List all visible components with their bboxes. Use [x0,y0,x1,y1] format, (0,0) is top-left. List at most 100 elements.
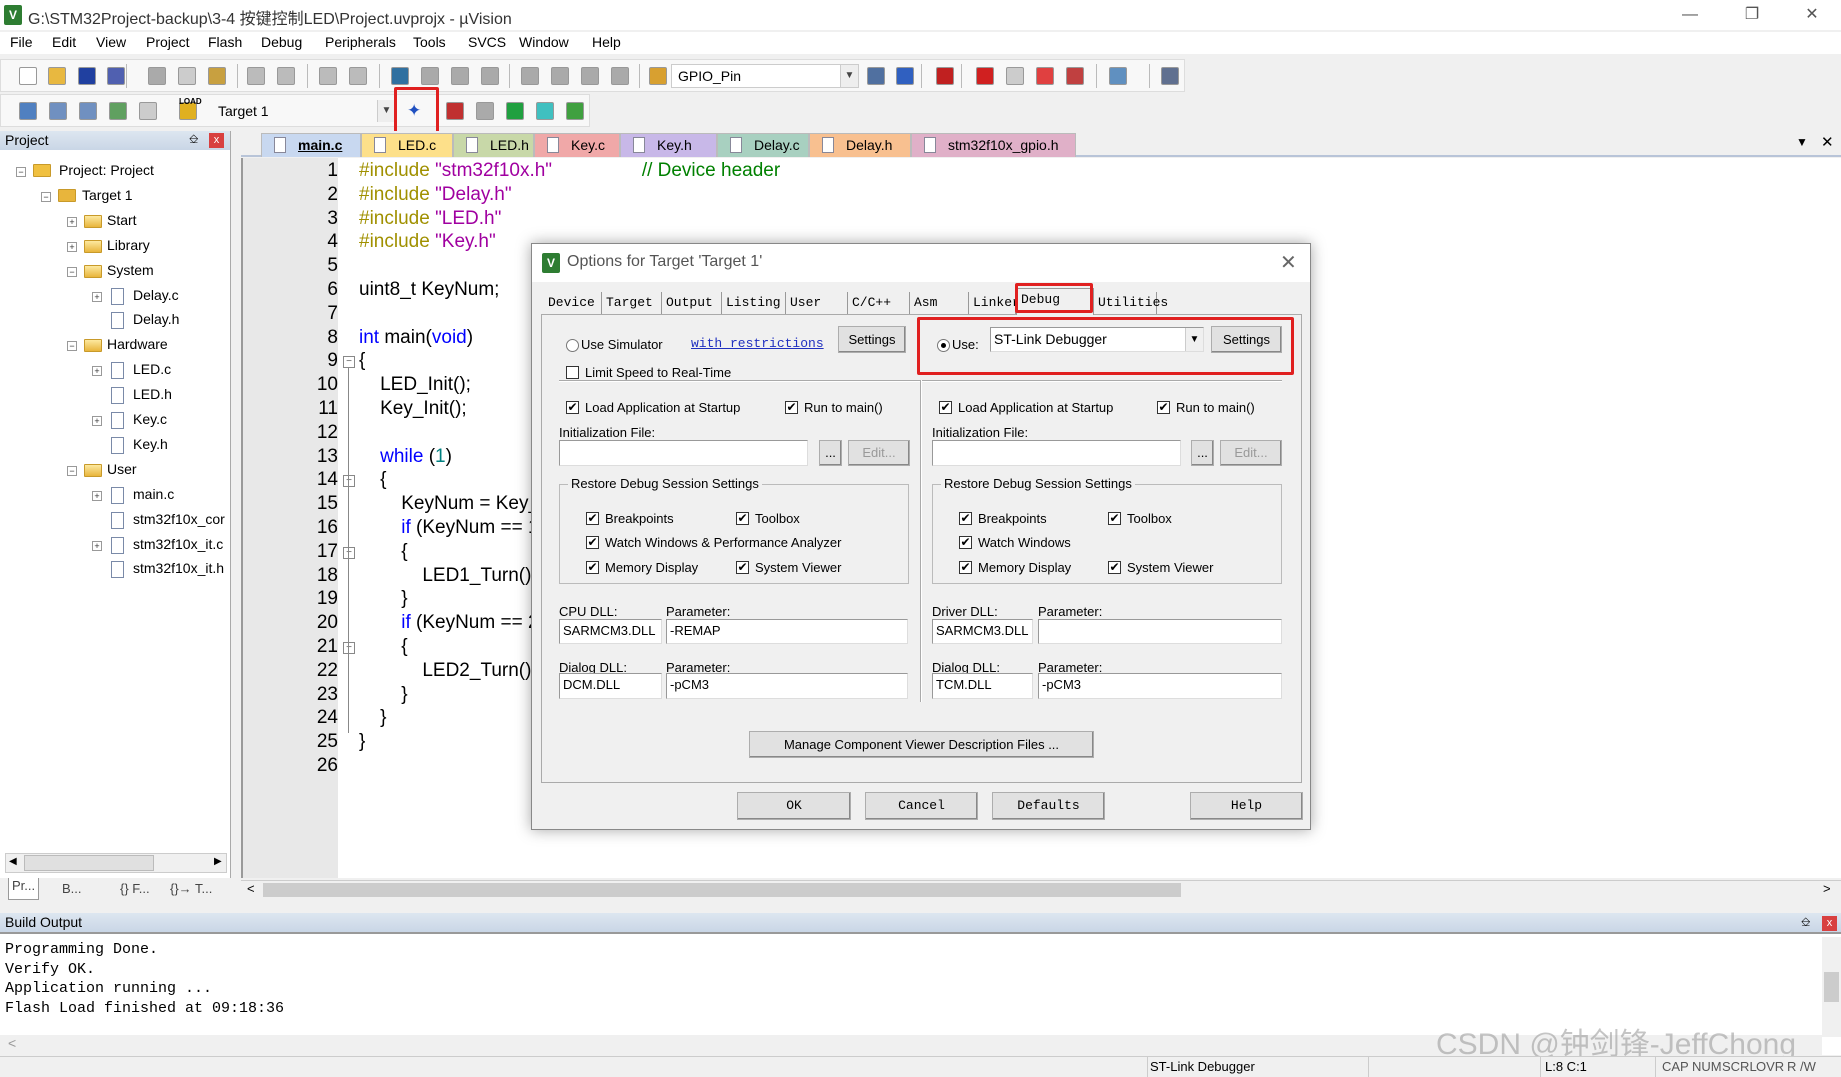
next-bookmark-icon[interactable] [451,67,469,85]
navigate-forward-icon[interactable] [349,67,367,85]
tab-user[interactable]: User [786,292,848,314]
find-icon[interactable] [867,67,885,85]
close-button[interactable]: ✕ [1790,2,1834,28]
find-combo[interactable]: GPIO_Pin ▼ [671,64,859,88]
cancel-button[interactable]: Cancel [865,792,978,820]
right-toolbox-checkbox[interactable]: ✔ [1108,512,1121,525]
scrollbar-thumb[interactable] [1824,972,1839,1002]
close-panel-icon[interactable]: x [1822,916,1837,931]
tree-item[interactable]: − Hardware [0,335,231,357]
tree-item[interactable]: stm32f10x_cor [0,510,231,532]
right-breakpoints-checkbox[interactable]: ✔ [959,512,972,525]
indent-icon[interactable] [521,67,539,85]
chevron-down-icon[interactable]: ▼ [377,100,395,122]
tab-target[interactable]: Target [602,292,662,314]
redo-icon[interactable] [277,67,295,85]
tab-device[interactable]: Device [544,292,602,314]
tree-item[interactable]: − Project: Project [0,161,231,183]
save-icon[interactable] [78,67,96,85]
tree-item[interactable]: + LED.c [0,360,231,382]
ok-button[interactable]: OK [737,792,851,820]
expand-icon[interactable]: + [67,241,77,252]
tab-cc[interactable]: C/C++ [848,292,910,314]
file-tab-stm32f10x_gpio-h[interactable]: stm32f10x_gpio.h [911,133,1076,157]
rebuild-icon[interactable] [79,102,97,120]
tree-item[interactable]: − User [0,460,231,482]
batch-build-icon[interactable] [109,102,127,120]
tab-list-icon[interactable]: ▼ [1796,135,1808,149]
breakpoint-icon[interactable] [976,67,994,85]
menu-debug[interactable]: Debug [261,34,302,50]
disable-all-breakpoints-icon[interactable] [1036,67,1054,85]
panel-tab-3[interactable]: {}→ T... [170,881,212,896]
tree-item[interactable]: + Start [0,211,231,233]
tree-item[interactable]: + Key.c [0,410,231,432]
left-init-file-input[interactable] [559,440,808,466]
right-edit-button[interactable]: Edit... [1220,440,1282,466]
right-watch-windows-checkbox[interactable]: ✔ [959,536,972,549]
tree-item[interactable]: + Delay.c [0,286,231,308]
menu-peripherals[interactable]: Peripherals [325,34,396,50]
manage-run-time-icon[interactable] [506,102,524,120]
expand-icon[interactable]: + [92,416,102,426]
incremental-find-icon[interactable] [896,67,914,85]
tree-item[interactable]: Key.h [0,435,231,457]
configure-icon[interactable] [1161,67,1179,85]
prev-bookmark-icon[interactable] [421,67,439,85]
right-dialog-param-input[interactable]: -pCM3 [1038,673,1282,699]
collapse-icon[interactable]: − [16,167,26,177]
tree-item[interactable]: stm32f10x_it.h [0,559,231,581]
tree-item[interactable]: + main.c [0,485,231,507]
minimize-button[interactable]: — [1668,2,1712,28]
left-system-viewer-checkbox[interactable]: ✔ [736,561,749,574]
collapse-icon[interactable]: − [67,266,77,277]
fold-toggle-icon[interactable]: − [343,475,355,488]
scroll-right-icon[interactable]: > [1823,881,1831,896]
left-dialog-dll-input[interactable]: DCM.DLL [559,673,662,699]
left-param-input[interactable]: -REMAP [666,619,908,644]
target-combo[interactable]: Target 1 ▼ [211,99,396,123]
collapse-icon[interactable]: − [67,341,77,352]
window-layout-icon[interactable] [1109,67,1127,85]
build-icon[interactable] [49,102,67,120]
right-param-input[interactable] [1038,619,1282,644]
expand-icon[interactable]: + [92,490,102,501]
manage-component-viewer-button[interactable]: Manage Component Viewer Description File… [749,731,1094,758]
menu-edit[interactable]: Edit [52,34,76,50]
file-tab-main-c[interactable]: main.c [261,133,361,157]
tree-horizontal-scrollbar[interactable]: ◀ ▶ [5,853,227,873]
output-vertical-scrollbar[interactable] [1822,937,1841,1037]
clear-bookmarks-icon[interactable] [481,67,499,85]
comment-icon[interactable] [581,67,599,85]
left-dll-input[interactable]: SARMCM3.DLL [559,619,662,644]
kill-breakpoints-icon[interactable] [1066,67,1084,85]
file-tab-Delay-c[interactable]: Delay.c [717,133,809,157]
paste-icon[interactable] [208,67,226,85]
find-in-files-icon[interactable] [649,67,667,85]
menu-tools[interactable]: Tools [413,34,446,50]
left-load-app-checkbox[interactable]: ✔ [566,401,579,414]
tree-item[interactable]: − Target 1 [0,186,231,208]
panel-tab-1[interactable]: B... [62,881,82,896]
close-tab-icon[interactable]: ✕ [1821,133,1834,151]
new-file-icon[interactable] [19,67,37,85]
defaults-button[interactable]: Defaults [992,792,1105,820]
right-system-viewer-checkbox[interactable]: ✔ [1108,561,1121,574]
left-memory-display-checkbox[interactable]: ✔ [586,561,599,574]
fold-toggle-icon[interactable]: − [343,642,355,654]
right-load-app-checkbox[interactable]: ✔ [939,401,952,414]
stop-build-icon[interactable] [139,102,157,120]
bookmark-icon[interactable] [391,67,409,85]
menu-view[interactable]: View [96,34,126,50]
right-browse-button[interactable]: ... [1191,440,1214,466]
left-breakpoints-checkbox[interactable]: ✔ [586,512,599,525]
start-debug-icon[interactable] [936,67,954,85]
undo-icon[interactable] [247,67,265,85]
collapse-icon[interactable]: − [67,465,77,476]
chevron-down-icon[interactable]: ▼ [840,65,858,87]
file-tab-LED-c[interactable]: LED.c [361,133,453,157]
limit-speed-checkbox[interactable] [566,366,579,379]
left-toolbox-checkbox[interactable]: ✔ [736,512,749,525]
file-tab-Key-h[interactable]: Key.h [620,133,717,157]
navigate-back-icon[interactable] [319,67,337,85]
